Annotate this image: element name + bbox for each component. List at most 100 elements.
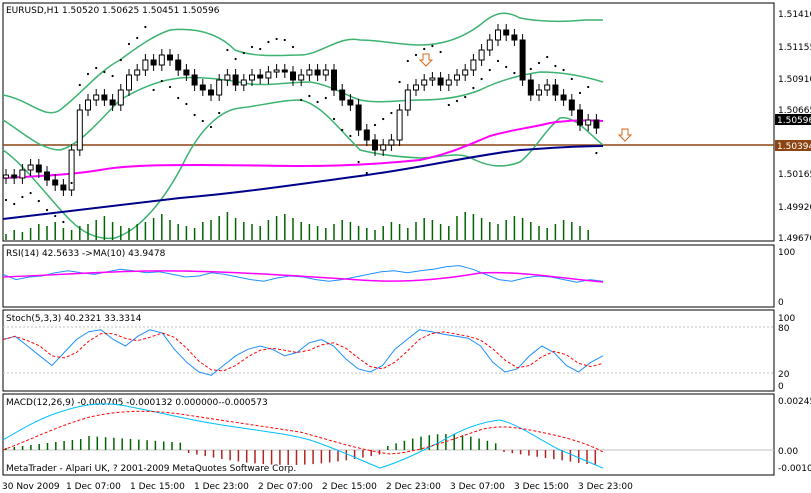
- sar-dot: [160, 79, 163, 83]
- time-tick: 2 Dec 23:00: [386, 482, 441, 492]
- sar-dot: [37, 199, 40, 203]
- sar-dot: [488, 68, 491, 72]
- price-tick: 1.49670: [778, 234, 811, 244]
- copyright: MetaTrader - Alpari UK, ? 2001-2009 Meta…: [6, 464, 296, 474]
- sar-dot: [21, 195, 24, 199]
- sar-dot: [308, 94, 311, 98]
- time-tick: 1 Dec 15:00: [130, 482, 185, 492]
- sar-dot: [464, 95, 467, 99]
- sar-dot: [86, 72, 90, 76]
- sar-dot: [472, 86, 475, 90]
- macd-header: MACD(12,26,9) -0.000705 -0.000132 0.0000…: [6, 398, 268, 408]
- sar-dot: [78, 83, 81, 87]
- sar-dot: [250, 45, 254, 49]
- sar-dot: [283, 38, 286, 42]
- sar-dot: [349, 134, 352, 138]
- sar-dot: [185, 102, 188, 106]
- sar-dot: [275, 37, 278, 41]
- macd-tick: -0.001055: [778, 464, 811, 474]
- metatrader-chart[interactable]: EURUSD,H1 1.50520 1.50625 1.50451 1.5059…: [0, 0, 811, 493]
- sar-dot: [324, 96, 327, 100]
- stoch-header: Stoch(5,3,3) 40.2321 33.3314: [6, 314, 142, 324]
- sar-dot: [447, 103, 450, 107]
- sar-dot: [218, 111, 221, 115]
- sar-dot: [529, 67, 532, 71]
- sar-dot: [152, 88, 155, 92]
- price-tick: 1.50910: [778, 75, 811, 85]
- sar-dot: [554, 64, 557, 68]
- sar-dot: [226, 48, 229, 52]
- sar-dot: [45, 208, 49, 212]
- sar-dot: [332, 117, 336, 121]
- sar-dot: [562, 68, 565, 72]
- rsi-tick: 0: [778, 298, 784, 308]
- sar-dot: [423, 47, 426, 51]
- main-header: EURUSD,H1 1.50520 1.50625 1.50451 1.5059…: [6, 6, 220, 16]
- time-tick: 2 Dec 07:00: [258, 482, 313, 492]
- sar-dot: [54, 214, 57, 218]
- sar-dot: [414, 53, 418, 57]
- candle[interactable]: [68, 144, 75, 196]
- sar-dot: [546, 55, 549, 59]
- sar-dot: [439, 50, 442, 54]
- stoch-tick: 0: [778, 382, 784, 392]
- sar-dot: [111, 74, 114, 78]
- sar-dot: [496, 59, 500, 63]
- sar-dot: [103, 70, 106, 74]
- stoch-tick: 20: [778, 370, 790, 380]
- time-tick: 1 Dec 07:00: [66, 482, 121, 492]
- sar-dot: [127, 42, 131, 46]
- sar-dot: [341, 128, 344, 132]
- sar-dot: [4, 198, 8, 202]
- sar-dot: [537, 61, 541, 65]
- sar-dot: [587, 85, 590, 89]
- current-price-label: 1.50596: [777, 116, 811, 126]
- sar-dot: [300, 98, 303, 102]
- sar-dot: [193, 113, 196, 117]
- sar-dot: [168, 85, 172, 89]
- sar-dot: [316, 100, 319, 104]
- time-tick: 1 Dec 23:00: [194, 482, 249, 492]
- rsi-tick: 100: [778, 248, 795, 258]
- price-tick: 1.49920: [778, 203, 811, 213]
- candle[interactable]: [76, 104, 83, 156]
- sar-dot: [398, 80, 401, 84]
- sar-dot: [95, 66, 98, 70]
- stoch-tick: 100: [778, 314, 795, 324]
- sar-dot: [513, 71, 516, 75]
- sar-dot: [570, 77, 573, 81]
- candle[interactable]: [519, 34, 526, 86]
- sar-dot: [406, 59, 409, 63]
- sar-dot: [431, 44, 434, 48]
- sar-dot: [209, 125, 213, 129]
- sar-dot: [365, 171, 368, 175]
- rsi-header: RSI(14) 42.5633 ->MA(10) 43.9478: [6, 249, 166, 259]
- sar-dot: [267, 40, 270, 44]
- sar-dot: [521, 53, 524, 57]
- sar-dot: [29, 191, 32, 195]
- sar-dot: [177, 96, 180, 100]
- sar-dot: [505, 65, 508, 69]
- price-tick: 1.50165: [778, 170, 811, 180]
- time-tick: 3 Dec 07:00: [450, 482, 505, 492]
- sar-dot: [259, 47, 262, 51]
- sar-dot: [144, 25, 147, 29]
- sar-dot: [242, 51, 245, 55]
- sar-dot: [119, 58, 122, 62]
- candle[interactable]: [396, 104, 403, 146]
- stoch-tick: 80: [778, 324, 790, 334]
- sar-dot: [13, 202, 16, 206]
- candle[interactable]: [355, 99, 362, 136]
- sar-dot: [136, 36, 139, 40]
- sar-dot: [234, 57, 237, 61]
- sar-dot: [382, 117, 385, 121]
- sar-dot: [291, 45, 295, 49]
- macd-tick: 0.002450: [778, 397, 811, 407]
- time-tick: 3 Dec 15:00: [514, 482, 569, 492]
- sar-dot: [357, 160, 360, 164]
- support-price-label: 1.50394: [777, 142, 811, 152]
- time-tick: 30 Nov 2009: [2, 482, 60, 492]
- time-tick: 3 Dec 23:00: [578, 482, 633, 492]
- sar-dot: [455, 99, 459, 103]
- sar-dot: [373, 123, 377, 127]
